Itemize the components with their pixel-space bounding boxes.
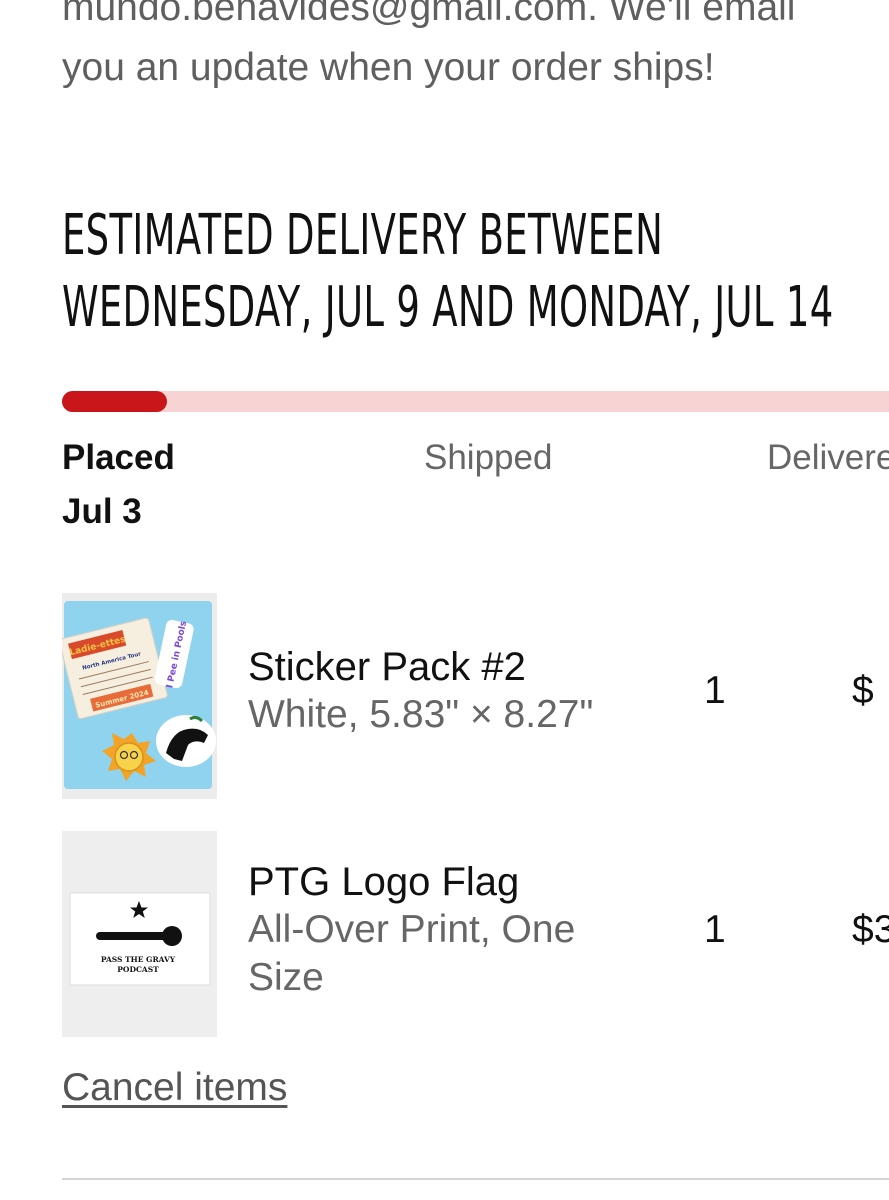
step-delivered: Delivered [767, 432, 889, 484]
order-progress-fill [62, 391, 167, 412]
flag-thumbnail[interactable]: PASS THE GRAVY PODCAST [62, 831, 217, 1037]
item-variant: All-Over Print, One Size [248, 908, 576, 999]
flag-text-line-1: PASS THE GRAVY [101, 955, 176, 964]
sticker-pack-thumbnail[interactable]: Ladie-ettes North America Tour Summer 20… [62, 593, 217, 799]
order-progress-bar [62, 391, 889, 412]
item-quantity: 1 [704, 908, 726, 951]
step-placed: Placed Jul 3 [62, 432, 175, 538]
horse-sticker [156, 715, 216, 767]
confirmation-line-1: mundo.benavides@gmail.com. We'll email [62, 0, 796, 29]
estimated-delivery-heading: Estimated delivery between Wednesday, Ju… [62, 200, 834, 344]
flag-image: PASS THE GRAVY PODCAST [62, 831, 217, 1037]
item-name[interactable]: PTG Logo Flag [248, 858, 519, 906]
flag-text-line-2: PODCAST [117, 965, 159, 974]
item-variant: White, 5.83" × 8.27" [248, 693, 594, 736]
cancel-items-link[interactable]: Cancel items [62, 1063, 287, 1113]
step-placed-date: Jul 3 [62, 492, 142, 531]
divider [62, 1178, 889, 1180]
step-delivered-label: Delivered [767, 438, 889, 477]
step-shipped: Shipped [424, 432, 552, 484]
item-quantity: 1 [704, 669, 726, 712]
order-item: Ladie-ettes North America Tour Summer 20… [62, 593, 889, 799]
confirmation-line-2: you an update when your order ships! [62, 46, 715, 89]
item-price: $3 [852, 908, 889, 951]
microphone-icon [96, 932, 168, 940]
item-name[interactable]: Sticker Pack #2 [248, 643, 526, 691]
step-placed-label: Placed [62, 438, 175, 477]
order-item: PASS THE GRAVY PODCAST PTG Logo Flag All… [62, 831, 889, 1037]
estimated-delivery-line-1: Estimated delivery between [62, 203, 664, 268]
sticker-pack-image: Ladie-ettes North America Tour Summer 20… [62, 593, 217, 799]
confirmation-message: mundo.benavides@gmail.com. We'll email y… [62, 0, 889, 98]
estimated-delivery-line-2: Wednesday, Jul 9 and Monday, Jul 14 [62, 275, 834, 340]
item-price: $ [852, 669, 874, 712]
step-shipped-label: Shipped [424, 438, 553, 477]
